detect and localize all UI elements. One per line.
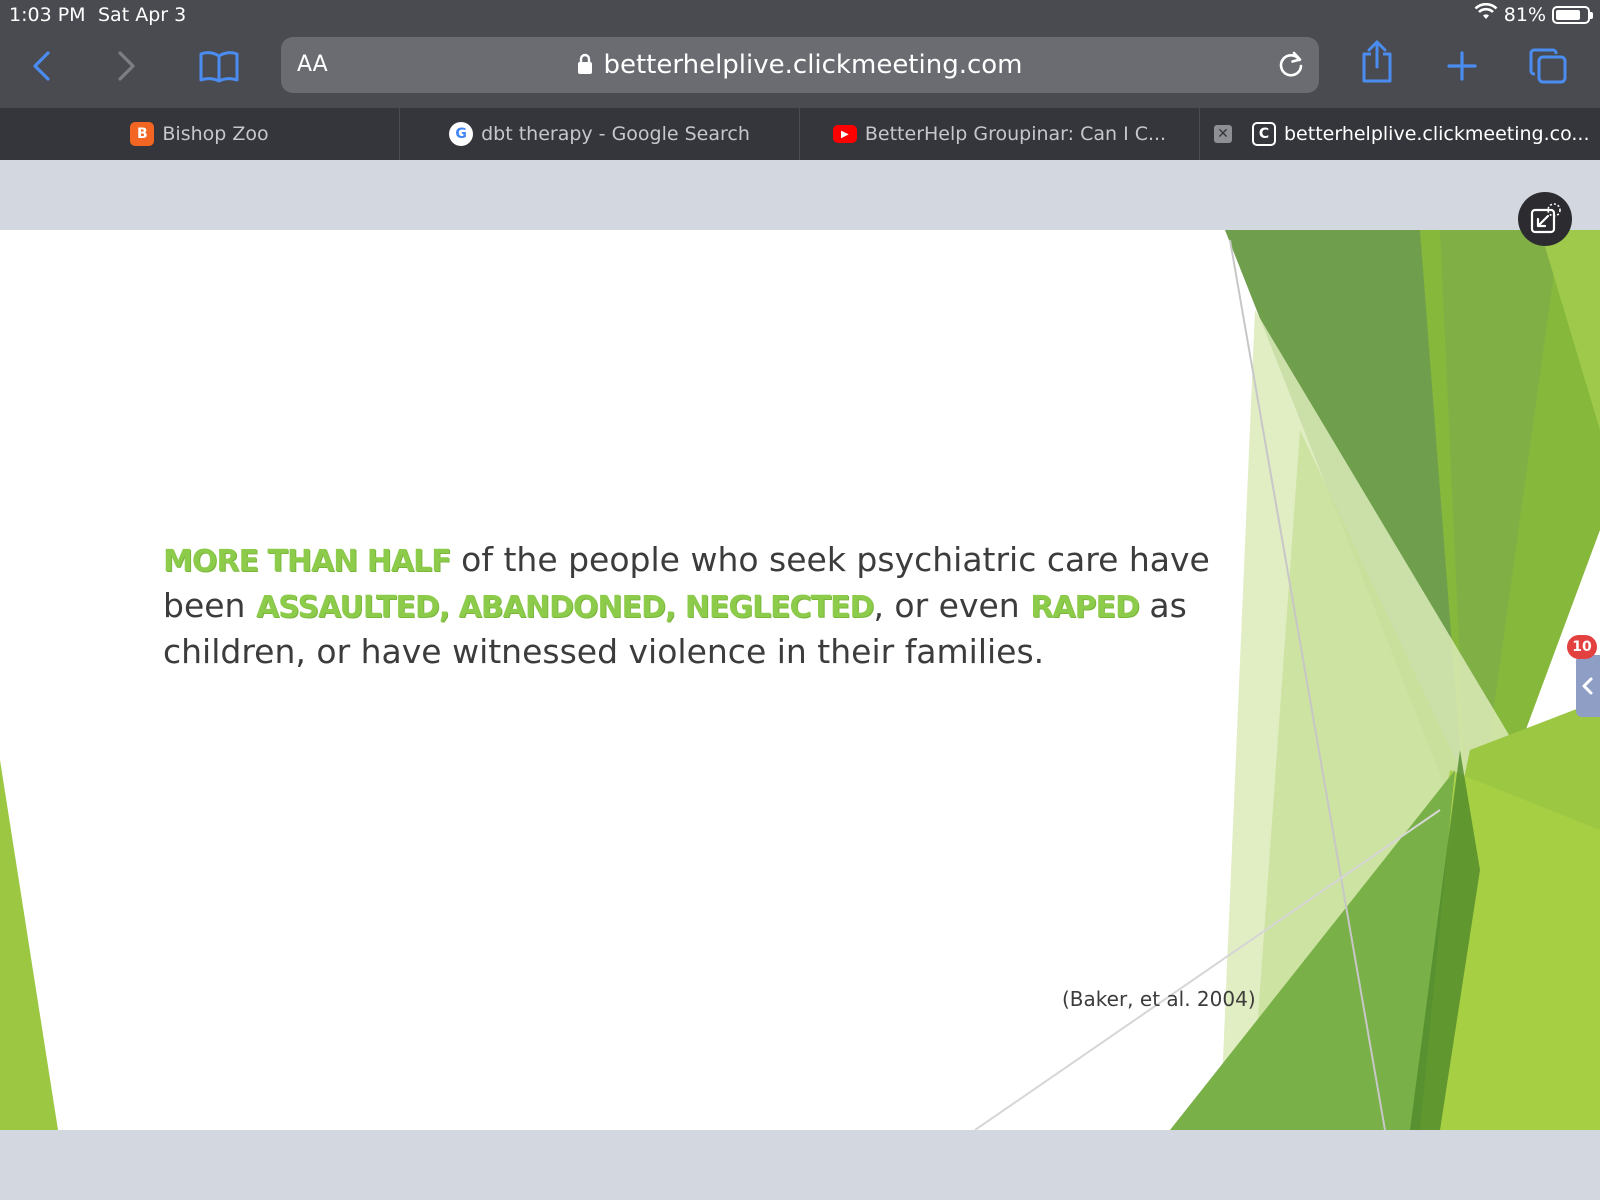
tab-youtube[interactable]: ▶ BetterHelp Groupinar: Can I C... bbox=[800, 108, 1200, 160]
webinar-top-area bbox=[0, 160, 1600, 230]
blogger-icon: B bbox=[130, 122, 155, 146]
back-icon bbox=[33, 51, 50, 81]
webinar-bottom-area bbox=[0, 1130, 1600, 1200]
fullscreen-button[interactable] bbox=[1518, 192, 1572, 246]
tab-google-search[interactable]: G dbt therapy - Google Search bbox=[400, 108, 800, 160]
reload-icon bbox=[1279, 51, 1303, 77]
url-text: betterhelplive.clickmeeting.com bbox=[603, 50, 1023, 80]
tab-label: Bishop Zoo bbox=[162, 123, 269, 145]
reload-button[interactable] bbox=[1275, 49, 1307, 81]
tab-label: BetterHelp Groupinar: Can I C... bbox=[864, 123, 1167, 145]
browser-chrome: 1:03 PM Sat Apr 3 81% AA betterhelplive.… bbox=[0, 0, 1600, 108]
url-display[interactable]: betterhelplive.clickmeeting.com bbox=[281, 50, 1319, 82]
slide-decoration bbox=[0, 230, 1600, 1130]
forward-icon bbox=[118, 51, 135, 81]
new-tab-icon bbox=[1447, 51, 1477, 81]
status-bar: 1:03 PM Sat Apr 3 81% bbox=[0, 0, 1600, 30]
tab-bishop-zoo[interactable]: B Bishop Zoo bbox=[0, 108, 400, 160]
share-button[interactable] bbox=[1355, 40, 1399, 84]
slide-quote: MORE THAN HALF of the people who seek ps… bbox=[163, 538, 1243, 674]
chevron-left-icon bbox=[1582, 677, 1593, 695]
bookmarks-icon bbox=[199, 51, 239, 83]
quote-text-2: , or even bbox=[873, 586, 1031, 625]
quote-highlight-2: ASSAULTED, ABANDONED, NEGLECTED bbox=[255, 590, 874, 625]
expand-icon bbox=[1530, 203, 1561, 234]
close-tab-icon[interactable]: ✕ bbox=[1214, 125, 1232, 143]
clickmeeting-icon: C bbox=[1252, 122, 1276, 146]
share-icon bbox=[1362, 40, 1392, 83]
forward-button[interactable] bbox=[104, 44, 148, 88]
youtube-icon: ▶ bbox=[832, 125, 857, 143]
battery-fill bbox=[1556, 9, 1581, 20]
address-bar[interactable]: AA betterhelplive.clickmeeting.com bbox=[281, 37, 1319, 93]
tab-bar: B Bishop Zoo G dbt therapy - Google Sear… bbox=[0, 108, 1600, 160]
new-tab-button[interactable] bbox=[1440, 44, 1484, 88]
bookmarks-button[interactable] bbox=[197, 44, 241, 88]
tab-label: betterhelplive.clickmeeting.co... bbox=[1284, 123, 1590, 145]
back-button[interactable] bbox=[20, 44, 64, 88]
notification-badge: 10 bbox=[1567, 635, 1597, 659]
side-panel-toggle[interactable] bbox=[1576, 655, 1600, 717]
status-time: 1:03 PM bbox=[9, 4, 86, 26]
tabs-icon bbox=[1529, 48, 1567, 84]
slide-citation: (Baker, et al. 2004) bbox=[1062, 987, 1256, 1011]
google-icon: G bbox=[449, 122, 474, 146]
presentation-slide: MORE THAN HALF of the people who seek ps… bbox=[0, 230, 1600, 1130]
status-right: 81% bbox=[1474, 2, 1593, 26]
battery-percent: 81% bbox=[1503, 3, 1546, 26]
quote-highlight-3: RAPED bbox=[1030, 590, 1140, 625]
tab-clickmeeting[interactable]: ✕ C betterhelplive.clickmeeting.co... bbox=[1200, 108, 1600, 160]
battery-icon bbox=[1552, 5, 1593, 24]
status-date: Sat Apr 3 bbox=[98, 4, 187, 26]
tabs-overview-button[interactable] bbox=[1526, 44, 1570, 88]
quote-highlight-1: MORE THAN HALF bbox=[163, 544, 452, 579]
tab-label: dbt therapy - Google Search bbox=[481, 123, 750, 145]
wifi-icon bbox=[1474, 2, 1498, 26]
lock-icon bbox=[577, 52, 593, 82]
